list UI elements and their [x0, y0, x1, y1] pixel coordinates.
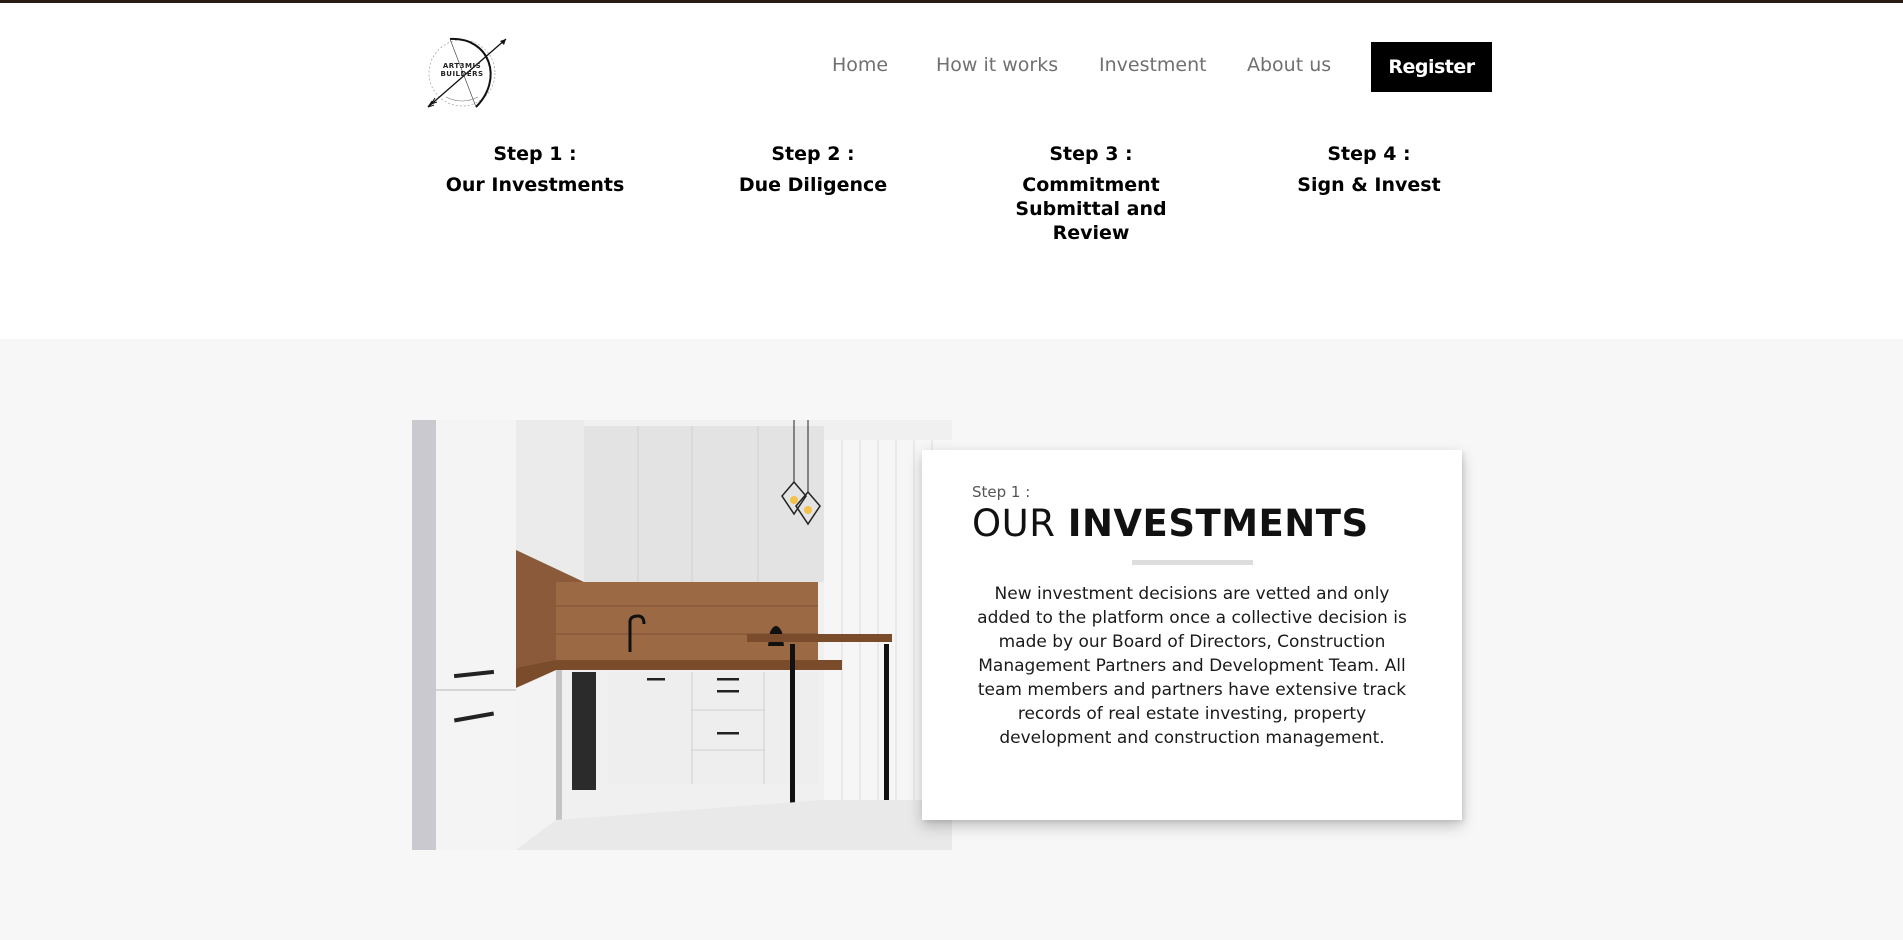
step-1-tab[interactable]: Step 1 : Our Investments [395, 142, 675, 197]
step-title: Due Diligence [738, 174, 888, 196]
step-4-tab[interactable]: Step 4 : Sign & Invest [1229, 142, 1509, 197]
step-number: Step 2 : [771, 143, 855, 165]
step-number: Step 3 : [1049, 143, 1133, 165]
kitchen-image-icon [412, 420, 952, 850]
site-logo[interactable]: ART3MIS BUILDERS [420, 31, 512, 113]
nav-investment-link[interactable]: Investment [1099, 54, 1207, 76]
step-number: Step 4 : [1327, 143, 1411, 165]
step-detail-card: Step 1 : OUR INVESTMENTS New investment … [922, 450, 1462, 820]
card-description: New investment decisions are vetted and … [977, 584, 1407, 748]
card-divider [1132, 560, 1253, 565]
step-2-tab[interactable]: Step 2 : Due Diligence [673, 142, 953, 197]
nav-home-link[interactable]: Home [832, 54, 888, 76]
kitchen-photo [412, 420, 952, 850]
card-heading: OUR INVESTMENTS [972, 502, 1369, 545]
nav-how-it-works-link[interactable]: How it works [936, 54, 1058, 76]
step-title: Sign & Invest [1297, 174, 1441, 196]
logo-wordmark-line1: ART3MIS [442, 62, 482, 70]
card-heading-light: OUR [972, 502, 1068, 545]
card-heading-bold: INVESTMENTS [1067, 502, 1369, 545]
site-header: ART3MIS BUILDERS Home How it works Inves… [0, 3, 1903, 127]
card-step-label: Step 1 : [972, 483, 1031, 501]
logo-wordmark-line2: BUILDERS [440, 70, 484, 78]
step-title: Commitment Submittal and Review [1015, 174, 1167, 244]
step-number: Step 1 : [493, 143, 577, 165]
nav-about-us-link[interactable]: About us [1247, 54, 1331, 76]
step-3-tab[interactable]: Step 3 : Commitment Submittal and Review [951, 142, 1231, 245]
step-title: Our Investments [445, 174, 625, 196]
register-button[interactable]: Register [1371, 42, 1492, 92]
